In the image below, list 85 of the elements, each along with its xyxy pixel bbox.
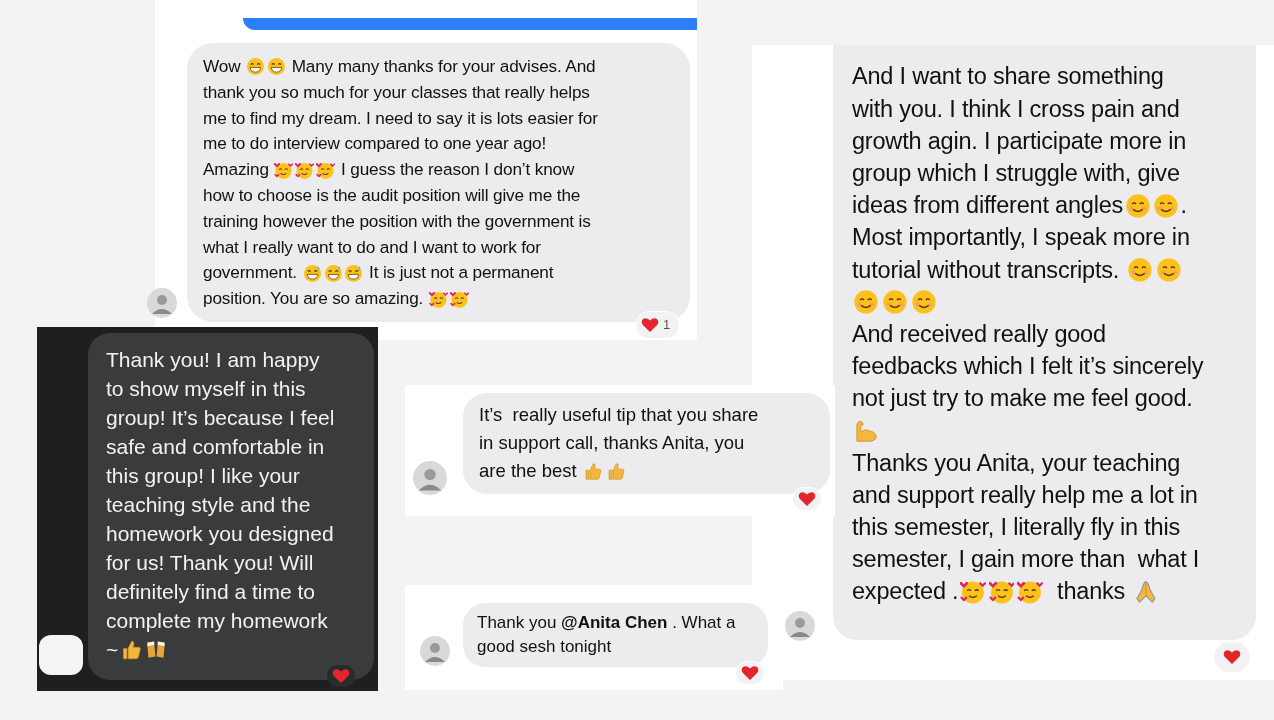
message-text: definitely find a time to (106, 578, 315, 605)
thumbs-up-icon (582, 460, 604, 482)
sweat-smile-icon (323, 263, 343, 283)
message-text: feedbacks which I felt it’s sincerely (852, 352, 1204, 382)
message-text: homework you designed (106, 520, 334, 547)
heart-icon (1223, 649, 1241, 665)
message-text: for us! Thank you! Will (106, 549, 314, 576)
smiling-face-icon (910, 289, 937, 316)
message-text: what I really want to do and I want to work for (203, 235, 541, 259)
grinning-face-icon (246, 57, 265, 77)
smiling-face-hearts-icon (316, 160, 336, 180)
smiling-face-hearts-icon (295, 160, 315, 180)
heart-icon (741, 665, 759, 681)
message-text: ideas from different angles (852, 191, 1124, 221)
message-text: position. You are so amazing. (203, 287, 425, 311)
flexed-arm-icon (853, 418, 880, 445)
message-text: in support call, thanks Anita, you (479, 431, 745, 456)
message-text: with you. I think I cross pain and (852, 94, 1180, 124)
reaction-badge[interactable] (327, 665, 355, 687)
smiling-face-icon (1153, 192, 1179, 219)
message-text: not just try to make me feel good. (852, 384, 1193, 414)
message-text: I guess the reason I don’t know (340, 158, 575, 182)
smiling-face-hearts-icon (1017, 579, 1043, 605)
message-text: . (1180, 191, 1187, 221)
message-text: me to find my dream. I need to say it is lots easier for (203, 106, 598, 130)
sweat-smile-icon (344, 263, 364, 283)
heart-icon (798, 491, 816, 507)
heart-icon (641, 316, 659, 333)
message-text: It’s really useful tip that you share (479, 403, 759, 428)
message-text: expected . (852, 577, 959, 607)
avatar (147, 286, 177, 320)
sweat-smile-icon (302, 263, 322, 283)
message-text: Thank you! I am happy (106, 346, 320, 373)
message-text: complete my homework (106, 607, 328, 634)
message-text: group! It’s because I feel (106, 404, 335, 431)
message-text: Amazing (203, 158, 270, 182)
message-text: It is just not a permanent (368, 261, 554, 285)
message-text: safe and comfortable in (106, 433, 325, 460)
message-text: this semester, I literally fly in this (852, 513, 1181, 543)
smiling-face-hearts-icon (449, 289, 469, 309)
reaction-badge[interactable] (792, 487, 822, 511)
reaction-badge[interactable] (1213, 641, 1251, 673)
message-text: And received really good (852, 319, 1106, 349)
smiling-face-icon (853, 289, 880, 316)
message-text: teaching style and the (106, 491, 311, 518)
message-text: and support really help me a lot in (852, 480, 1198, 510)
message-text: are the best (479, 459, 578, 484)
message-text: growth agin. I participate more in (852, 126, 1187, 156)
reaction-badge[interactable]: 1 (635, 311, 681, 339)
message-text: ~ (106, 636, 119, 663)
avatar (785, 608, 815, 644)
smiling-face-icon (1124, 192, 1151, 219)
message-text: Wow (203, 55, 242, 78)
avatar (39, 635, 83, 675)
grinning-face-icon (267, 57, 286, 77)
message-text: group which I struggle with, give (852, 159, 1180, 189)
smiling-face-icon (1155, 257, 1182, 284)
avatar (413, 461, 447, 495)
smiling-face-hearts-icon (988, 579, 1015, 605)
message-text: training however the position with the government is (203, 209, 591, 233)
message-text: semester, I gain more than what I (852, 545, 1200, 575)
message-text: government. (203, 261, 298, 285)
message-text: And I want to share something (852, 62, 1164, 92)
message-text: to show myself in this (106, 375, 306, 402)
thumbs-up-icon (605, 460, 626, 482)
message-text: Thanks you Anita, your teaching (852, 448, 1181, 478)
message-text: how to choose is the audit position will give me the (203, 184, 581, 207)
message-text: this group! I like your (106, 462, 300, 489)
heart-icon (332, 668, 350, 684)
smiling-face-hearts-icon (959, 579, 986, 605)
message-text: me to do interview compared to one year ago! (203, 132, 547, 156)
message-text: thank you so much for your classes that really helps (203, 80, 590, 104)
message-text: thanks (1056, 577, 1127, 607)
smiling-face-hearts-icon (428, 289, 448, 309)
message-text: Thank you @Anita Chen . What a (477, 612, 736, 635)
message-text: Many many thanks for your advises. And (290, 55, 596, 78)
smiling-face-icon (1126, 257, 1153, 284)
smiling-face-hearts-icon (274, 160, 294, 180)
message-text: tutorial without transcripts. (852, 255, 1121, 285)
message-text: Most importantly, I speak more in (852, 223, 1190, 253)
message-text: good sesh tonight (477, 636, 612, 659)
avatar (420, 636, 450, 666)
reaction-badge[interactable] (735, 661, 765, 685)
smiling-face-icon (882, 289, 908, 316)
reaction-count: 1 (663, 316, 672, 334)
